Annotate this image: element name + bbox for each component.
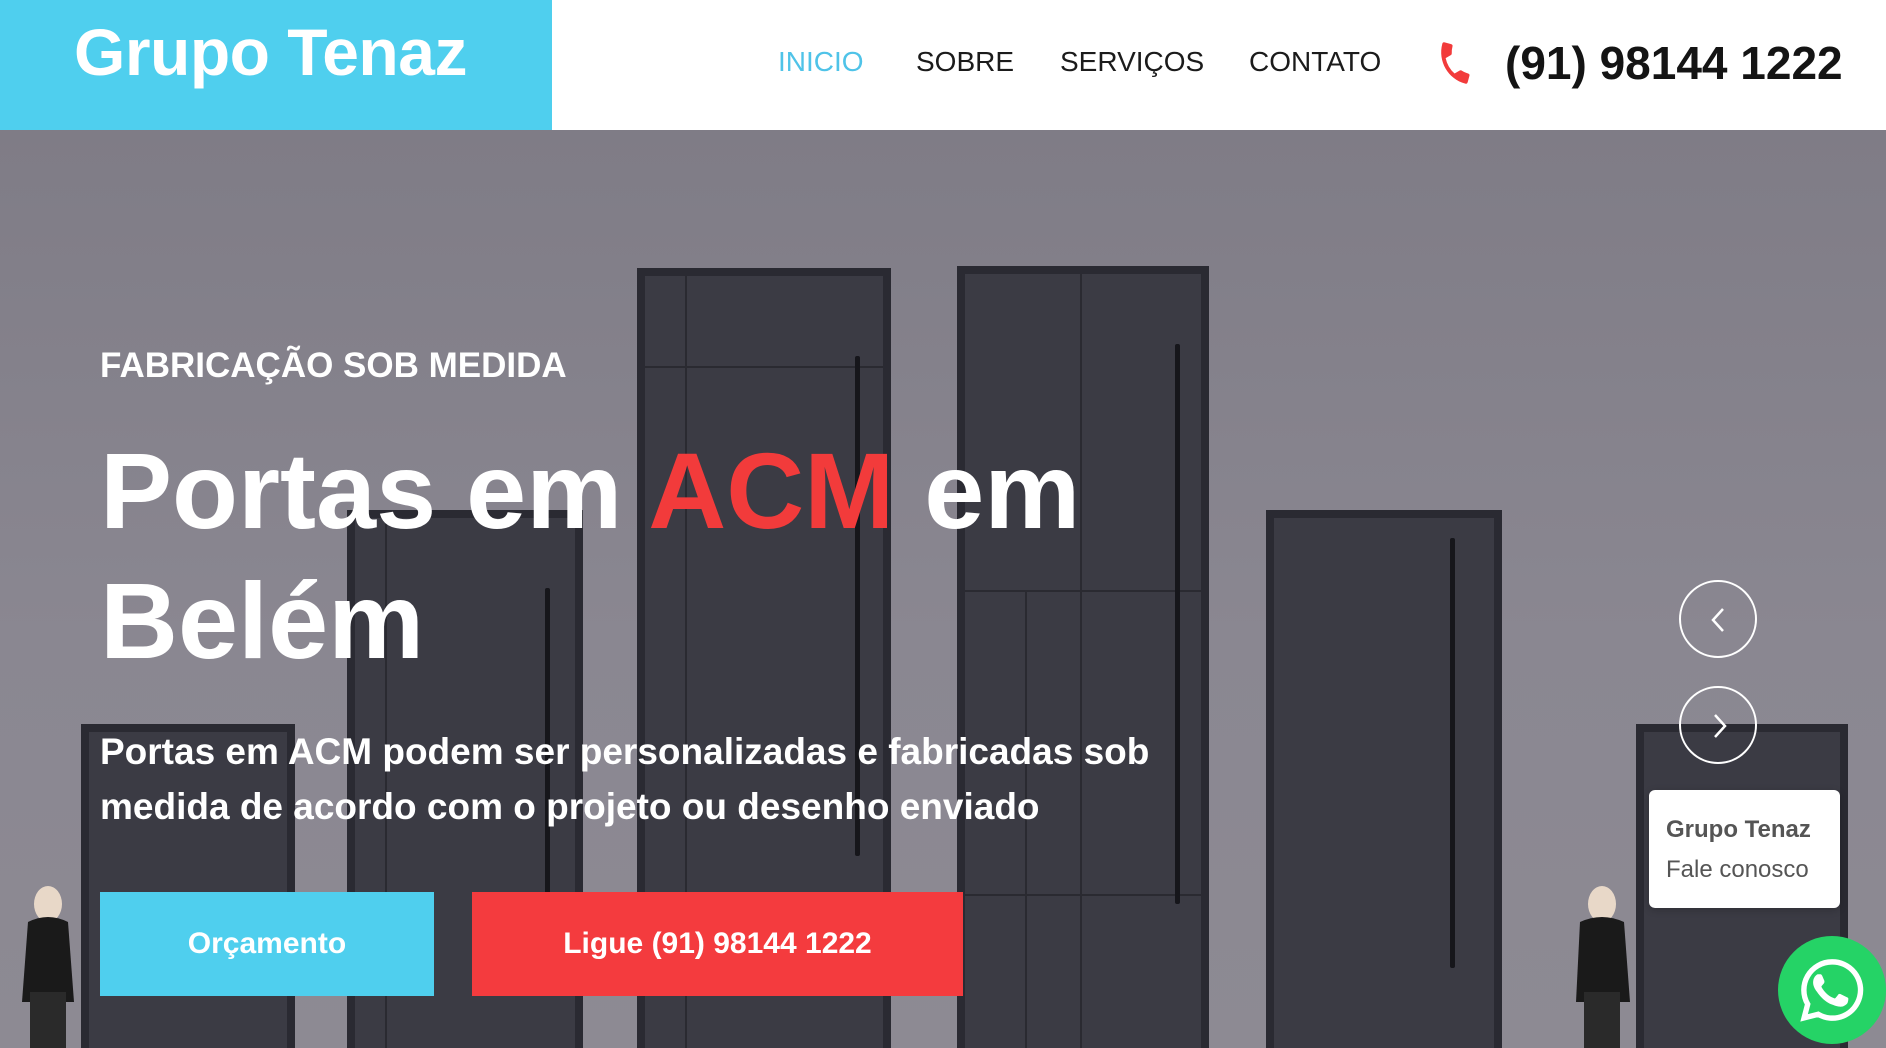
chat-widget-card[interactable]: Grupo Tenaz Fale conosco (1649, 790, 1840, 908)
slider-next-button[interactable] (1679, 686, 1757, 764)
hero-kicker: FABRICAÇÃO SOB MEDIDA (100, 346, 567, 385)
chevron-left-icon (1711, 608, 1724, 632)
brand-logo[interactable]: Grupo Tenaz (0, 0, 552, 130)
headline-text: Portas em (100, 430, 649, 551)
headline-accent: ACM (648, 430, 895, 551)
nav-item-contato[interactable]: CONTATO (1249, 46, 1381, 78)
hero-description: Portas em ACM podem ser personalizadas e… (100, 731, 1150, 827)
whatsapp-icon (1800, 959, 1864, 1022)
hero-headline: Portas em ACM em Belém (100, 426, 1100, 686)
door-illustration (1266, 510, 1502, 1048)
nav-item-inicio[interactable]: INICIO (778, 46, 864, 78)
brand-name[interactable]: Grupo Tenaz (74, 14, 467, 90)
chevron-right-icon (1714, 714, 1727, 738)
call-button[interactable]: Ligue (91) 98144 1222 (472, 892, 963, 996)
hero-banner: FABRICAÇÃO SOB MEDIDA Portas em ACM em B… (0, 130, 1886, 1048)
nav-item-servicos[interactable]: SERVIÇOS (1060, 46, 1204, 78)
slider-prev-button[interactable] (1679, 580, 1757, 658)
chat-widget-subtitle: Fale conosco (1666, 856, 1809, 883)
person-illustration (22, 886, 74, 1048)
nav-item-sobre[interactable]: SOBRE (916, 46, 1014, 78)
header-phone-number[interactable]: (91) 98144 1222 (1505, 36, 1843, 90)
quote-button[interactable]: Orçamento (100, 892, 434, 996)
chat-widget-name: Grupo Tenaz (1666, 816, 1811, 843)
phone-icon (1441, 42, 1470, 84)
whatsapp-button[interactable] (1778, 936, 1886, 1044)
site-header: Grupo Tenaz INICIO SOBRE SERVIÇOS CONTAT… (0, 0, 1886, 130)
person-illustration (1576, 886, 1630, 1048)
